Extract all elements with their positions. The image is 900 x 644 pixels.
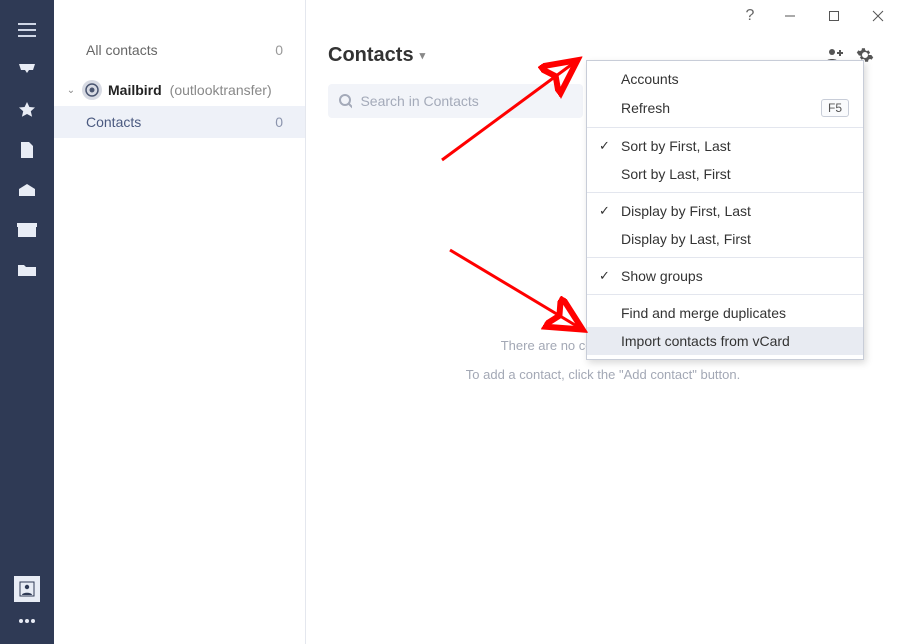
shortcut-badge: F5 bbox=[821, 99, 849, 117]
star-icon[interactable] bbox=[0, 92, 54, 128]
contacts-title-text: Contacts bbox=[328, 44, 414, 67]
contacts-title-dropdown[interactable]: Contacts ▾ bbox=[328, 44, 425, 67]
contacts-tab-icon[interactable] bbox=[14, 576, 40, 602]
hamburger-icon[interactable] bbox=[0, 12, 54, 48]
check-icon: ✓ bbox=[599, 138, 610, 154]
menu-display-first-last[interactable]: ✓ Display by First, Last bbox=[587, 197, 863, 225]
more-icon[interactable] bbox=[0, 608, 54, 634]
check-icon: ✓ bbox=[599, 203, 610, 219]
menu-find-merge[interactable]: Find and merge duplicates bbox=[587, 299, 863, 327]
folder-icon[interactable] bbox=[0, 252, 54, 288]
nav-sidebar bbox=[0, 0, 54, 644]
menu-separator bbox=[587, 294, 863, 295]
document-icon[interactable] bbox=[0, 132, 54, 168]
all-contacts-label: All contacts bbox=[86, 42, 158, 58]
chevron-down-icon: ⌄ bbox=[66, 85, 76, 96]
sidebar-bottom bbox=[0, 570, 54, 644]
account-name: Mailbird bbox=[108, 82, 162, 98]
inbox-icon[interactable] bbox=[0, 52, 54, 88]
menu-accounts[interactable]: Accounts bbox=[587, 65, 863, 93]
archive-icon[interactable] bbox=[0, 212, 54, 248]
chevron-down-icon: ▾ bbox=[420, 49, 426, 62]
menu-separator bbox=[587, 127, 863, 128]
menu-sort-last-first[interactable]: Sort by Last, First bbox=[587, 160, 863, 188]
menu-import-vcard[interactable]: Import contacts from vCard bbox=[587, 327, 863, 355]
all-contacts-row[interactable]: All contacts 0 bbox=[54, 34, 305, 66]
menu-sort-first-last[interactable]: ✓ Sort by First, Last bbox=[587, 132, 863, 160]
contacts-folder-count: 0 bbox=[275, 114, 283, 130]
account-avatar-icon bbox=[82, 80, 102, 100]
contacts-folder-row[interactable]: Contacts 0 bbox=[54, 106, 305, 138]
check-icon: ✓ bbox=[599, 268, 610, 284]
search-input[interactable] bbox=[360, 93, 573, 109]
account-row[interactable]: ⌄ Mailbird (outlooktransfer) bbox=[54, 66, 305, 106]
search-icon bbox=[338, 93, 352, 109]
menu-separator bbox=[587, 257, 863, 258]
search-box[interactable] bbox=[328, 84, 583, 118]
menu-separator bbox=[587, 192, 863, 193]
contacts-folder-label: Contacts bbox=[86, 114, 141, 130]
menu-display-last-first[interactable]: Display by Last, First bbox=[587, 225, 863, 253]
empty-line2: To add a contact, click the "Add contact… bbox=[306, 367, 900, 382]
contacts-groups-panel: All contacts 0 ⌄ Mailbird (outlooktransf… bbox=[54, 0, 306, 644]
all-contacts-count: 0 bbox=[275, 42, 283, 58]
menu-show-groups[interactable]: ✓ Show groups bbox=[587, 262, 863, 290]
outbox-icon[interactable] bbox=[0, 172, 54, 208]
account-tag: (outlooktransfer) bbox=[170, 82, 272, 98]
menu-refresh[interactable]: Refresh F5 bbox=[587, 93, 863, 123]
settings-menu: Accounts Refresh F5 ✓ Sort by First, Las… bbox=[586, 60, 864, 360]
